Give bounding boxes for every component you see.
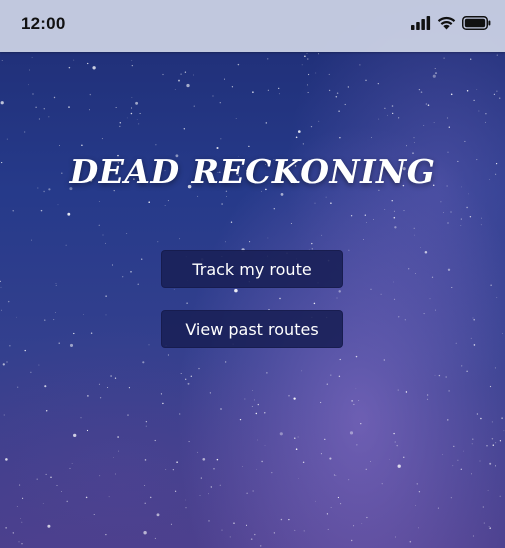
cellular-signal-icon <box>411 16 431 30</box>
status-bar: 12:00 <box>0 0 505 52</box>
battery-icon <box>462 16 491 30</box>
track-route-button[interactable]: Track my route <box>161 250 343 288</box>
wifi-icon <box>437 16 456 30</box>
app-screen: 12:00 DEAD RECKONING Track my route View… <box>0 0 505 548</box>
view-past-routes-button[interactable]: View past routes <box>161 310 343 348</box>
status-time: 12:00 <box>21 14 66 33</box>
app-title: DEAD RECKONING <box>69 152 436 191</box>
status-icons <box>411 14 491 32</box>
